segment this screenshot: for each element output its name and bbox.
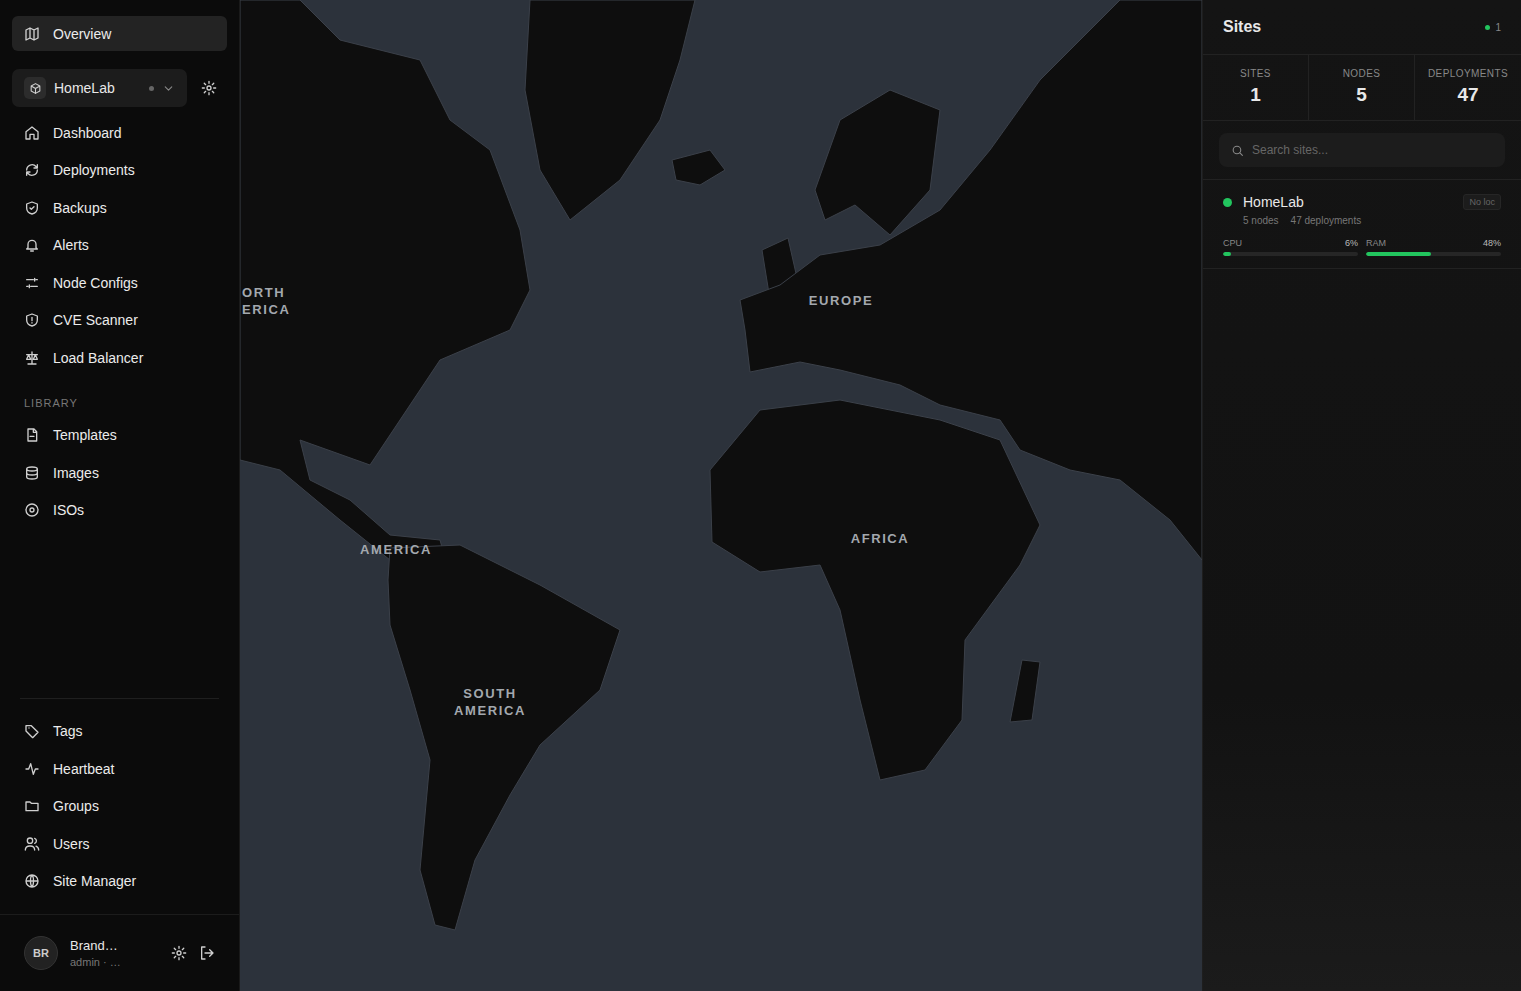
main-nav: DashboardDeploymentsBackupsAlertsNode Co… xyxy=(12,114,227,377)
chevron-icon xyxy=(162,82,175,95)
user-footer: BRBrand…admin · … xyxy=(0,914,239,991)
home-icon xyxy=(24,125,40,141)
overview-item[interactable]: Overview xyxy=(12,16,227,51)
region-label: SOUTHAMERICA xyxy=(454,685,526,719)
app: Overview HomeLab DashboardDeploymentsBacku… xyxy=(0,0,1521,991)
south-america xyxy=(388,545,620,930)
sidebar-item[interactable]: Dashboard xyxy=(12,114,227,152)
sidebar-item[interactable]: Tags xyxy=(12,713,227,751)
scandinavia xyxy=(815,90,940,235)
madagascar xyxy=(1010,660,1040,722)
logout-icon[interactable] xyxy=(199,945,215,961)
section-heading: LIBRARY xyxy=(12,377,227,417)
folder-icon xyxy=(24,798,40,814)
sidebar-item[interactable]: Images xyxy=(12,454,227,492)
workspace-logo xyxy=(24,77,46,99)
stat: NODES5 xyxy=(1309,55,1415,120)
status-dot xyxy=(1223,198,1232,207)
search-icon xyxy=(1231,144,1244,157)
sites-panel: Sites1SITES1NODES5DEPLOYMENTS47 Search si… xyxy=(1202,0,1521,991)
users-icon xyxy=(24,836,40,852)
location-badge: No loc xyxy=(1463,194,1501,210)
land-shapes xyxy=(240,0,1202,991)
region-label: AMERICA xyxy=(360,541,432,558)
sidebar-item[interactable]: CVE Scanner xyxy=(12,302,227,340)
region-label: ORTHERICA xyxy=(242,284,290,318)
sidebar-item[interactable]: Heartbeat xyxy=(12,750,227,788)
workspace-selector[interactable]: HomeLab xyxy=(12,69,187,107)
status-dot xyxy=(149,86,154,91)
region-label: EUROPE xyxy=(809,292,874,309)
sidebar-item[interactable]: Node Configs xyxy=(12,264,227,302)
site-card[interactable]: HomeLabNo loc5 nodes47 deploymentsCPU6%R… xyxy=(1203,180,1521,269)
greenland xyxy=(525,0,695,220)
sidebar-item[interactable]: ISOs xyxy=(12,492,227,530)
box-icon xyxy=(29,82,42,95)
scale-icon xyxy=(24,350,40,366)
library-nav: TemplatesImagesISOs xyxy=(12,417,227,530)
status-count: 1 xyxy=(1485,22,1501,33)
sidebar-item[interactable]: Alerts xyxy=(12,227,227,265)
bell-icon xyxy=(24,237,40,253)
iceland xyxy=(672,150,725,185)
avatar[interactable]: BR xyxy=(24,936,58,970)
metric-bar xyxy=(1366,252,1501,256)
metric: RAM48% xyxy=(1366,238,1501,256)
admin-nav: TagsHeartbeatGroupsUsersSite Manager xyxy=(0,713,239,915)
metric-bar xyxy=(1223,252,1358,256)
disc-icon xyxy=(24,502,40,518)
africa xyxy=(710,400,1040,780)
shield-icon xyxy=(24,200,40,216)
metric: CPU6% xyxy=(1223,238,1358,256)
refresh-icon xyxy=(24,162,40,178)
sidebar-item[interactable]: Backups xyxy=(12,189,227,227)
stats-row: SITES1NODES5DEPLOYMENTS47 xyxy=(1203,55,1521,121)
sidebar-item[interactable]: Load Balancer xyxy=(12,339,227,377)
gear-icon[interactable] xyxy=(171,945,187,961)
sidebar-item[interactable]: Groups xyxy=(12,788,227,826)
sidebar: Overview HomeLab DashboardDeploymentsBacku… xyxy=(0,0,240,991)
panel-header: Sites1 xyxy=(1203,0,1521,55)
shield-alert-icon xyxy=(24,312,40,328)
stat: SITES1 xyxy=(1203,55,1309,120)
database-icon xyxy=(24,465,40,481)
sidebar-item[interactable]: Templates xyxy=(12,417,227,455)
activity-icon xyxy=(24,761,40,777)
region-label: AFRICA xyxy=(851,530,910,547)
divider xyxy=(20,698,219,699)
stat: DEPLOYMENTS47 xyxy=(1415,55,1521,120)
globe-icon xyxy=(24,873,40,889)
file-icon xyxy=(24,427,40,443)
sidebar-item[interactable]: Deployments xyxy=(12,152,227,190)
gear-icon[interactable] xyxy=(201,80,217,96)
north-america xyxy=(240,0,530,560)
status-dot xyxy=(1485,25,1490,30)
tag-icon xyxy=(24,723,40,739)
search-field[interactable]: Search sites... xyxy=(1219,133,1505,167)
sidebar-item[interactable]: Users xyxy=(12,825,227,863)
map-icon xyxy=(24,26,40,42)
sliders-icon xyxy=(24,275,40,291)
sidebar-item[interactable]: Site Manager xyxy=(12,863,227,901)
world-map[interactable]: ORTHERICA EUROPE AMERICA SOUTHAMERICA AFRICA xyxy=(240,0,1202,991)
